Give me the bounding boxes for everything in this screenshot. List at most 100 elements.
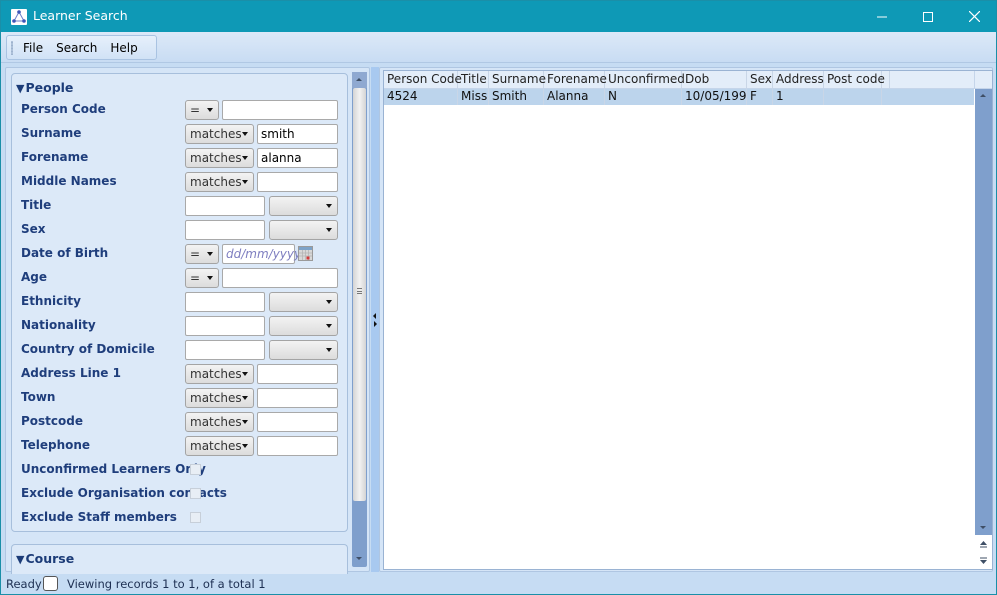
menu-search[interactable]: Search (56, 41, 97, 55)
column-header-surname[interactable]: Surname (489, 71, 546, 88)
title-bar: Learner Search (1, 1, 996, 32)
field-label: Address Line 1 (21, 366, 121, 380)
postcode-operator-select[interactable]: matches (185, 412, 254, 432)
field-label: Telephone (21, 438, 91, 452)
column-header-unconfirmed[interactable]: Unconfirmed (605, 71, 685, 88)
results-scrollbar[interactable] (975, 89, 992, 535)
search-criteria-pane: ▼People Person Code = Surname matches sm… (5, 67, 370, 574)
scroll-up-icon[interactable] (980, 94, 986, 97)
cell-person-code: 4524 (384, 89, 458, 105)
dropdown-arrow-icon (242, 420, 248, 424)
status-ready: Ready (6, 577, 42, 591)
expand-right-icon[interactable] (374, 321, 377, 327)
scroll-up-button[interactable] (352, 72, 367, 88)
middle-names-input[interactable] (257, 172, 338, 192)
exclude-staff-members-checkbox[interactable] (190, 512, 201, 523)
status-records: Viewing records 1 to 1, of a total 1 (67, 577, 266, 591)
ethnicity-select[interactable] (269, 292, 338, 312)
dob-input[interactable]: dd/mm/yyyy (222, 244, 301, 264)
minimize-button[interactable] (859, 1, 905, 32)
column-header-post-code[interactable]: Post code (824, 71, 885, 88)
surname-operator-select[interactable]: matches (185, 124, 254, 144)
column-header-dob[interactable]: Dob (682, 71, 747, 88)
unconfirmed-learners-checkbox[interactable] (190, 464, 201, 475)
field-row-person-code: Person Code = (12, 99, 349, 121)
age-input[interactable] (222, 268, 338, 288)
sex-input[interactable] (185, 220, 265, 240)
double-down-arrow-icon (980, 557, 987, 564)
person-code-operator-select[interactable]: = (185, 100, 219, 120)
field-label: Postcode (21, 414, 84, 428)
course-section-header[interactable]: ▼Course (16, 551, 74, 566)
town-operator-select[interactable]: matches (185, 388, 254, 408)
dob-operator-select[interactable]: = (185, 244, 219, 264)
menu-file[interactable]: File (23, 41, 43, 55)
scrollbar-thumb[interactable] (353, 88, 366, 501)
course-section: ▼Course (11, 544, 348, 574)
column-header-extra[interactable] (882, 71, 890, 88)
dropdown-arrow-icon (326, 348, 332, 352)
close-button[interactable] (951, 1, 997, 32)
toolbar-grip[interactable] (11, 41, 13, 55)
scroll-to-top-button[interactable] (975, 537, 992, 553)
scroll-down-button[interactable] (352, 551, 367, 567)
menu-help[interactable]: Help (110, 41, 137, 55)
nationality-input[interactable] (185, 316, 265, 336)
person-code-input[interactable] (222, 100, 338, 120)
field-label: Person Code (21, 102, 106, 116)
criteria-scrollbar[interactable] (352, 72, 367, 567)
learner-search-window: Learner Search File Search Help ▼People … (0, 0, 997, 595)
middle-names-operator-select[interactable]: matches (185, 172, 254, 192)
age-operator-select[interactable]: = (185, 268, 219, 288)
field-row-nationality: Nationality (12, 315, 349, 337)
telephone-operator-select[interactable]: matches (185, 436, 254, 456)
country-of-domicile-input[interactable] (185, 340, 265, 360)
ethnicity-input[interactable] (185, 292, 265, 312)
grid-corner (974, 71, 992, 89)
column-header-person-code[interactable]: Person Code (384, 71, 462, 88)
column-header-sex[interactable]: Sex (747, 71, 773, 88)
dropdown-arrow-icon (242, 132, 248, 136)
results-pane: Person Code Title Surname Forename Uncon… (379, 67, 993, 572)
window-title: Learner Search (33, 8, 128, 23)
double-up-arrow-icon (980, 541, 987, 548)
scroll-to-bottom-button[interactable] (975, 553, 992, 569)
surname-input[interactable]: smith (257, 124, 338, 144)
column-header-forename[interactable]: Forename (544, 71, 607, 88)
dropdown-arrow-icon (326, 300, 332, 304)
field-row-sex: Sex (12, 219, 349, 241)
town-input[interactable] (257, 388, 338, 408)
people-section-header[interactable]: ▼People (16, 80, 73, 95)
telephone-input[interactable] (257, 436, 338, 456)
field-label: Sex (21, 222, 46, 236)
dropdown-arrow-icon (242, 180, 248, 184)
menubar: File Search Help (6, 35, 157, 60)
title-input[interactable] (185, 196, 265, 216)
collapse-left-icon[interactable] (373, 313, 376, 319)
address-line-1-input[interactable] (257, 364, 338, 384)
scroll-down-icon[interactable] (980, 526, 986, 529)
pane-splitter[interactable] (371, 67, 379, 572)
field-row-ethnicity: Ethnicity (12, 291, 349, 313)
forename-operator-select[interactable]: matches (185, 148, 254, 168)
forename-input[interactable]: alanna (257, 148, 338, 168)
address-operator-select[interactable]: matches (185, 364, 254, 384)
column-header-address[interactable]: Address (773, 71, 824, 88)
country-of-domicile-select[interactable] (269, 340, 338, 360)
title-select[interactable] (269, 196, 338, 216)
field-label: Ethnicity (21, 294, 81, 308)
postcode-input[interactable] (257, 412, 338, 432)
calendar-icon[interactable] (298, 246, 313, 261)
field-label: Middle Names (21, 174, 117, 188)
column-header-title[interactable]: Title (458, 71, 489, 88)
course-section-title: Course (25, 551, 75, 566)
table-row[interactable]: 4524 Miss Smith Alanna N 10/05/1990 F 1 (384, 89, 974, 105)
nationality-select[interactable] (269, 316, 338, 336)
people-section: ▼People Person Code = Surname matches sm… (11, 73, 348, 532)
maximize-button[interactable] (905, 1, 951, 32)
collapse-triangle-icon: ▼ (16, 553, 25, 566)
field-row-title: Title (12, 195, 349, 217)
cell-surname: Smith (489, 89, 544, 105)
sex-select[interactable] (269, 220, 338, 240)
exclude-organisation-contacts-checkbox[interactable] (190, 488, 201, 499)
